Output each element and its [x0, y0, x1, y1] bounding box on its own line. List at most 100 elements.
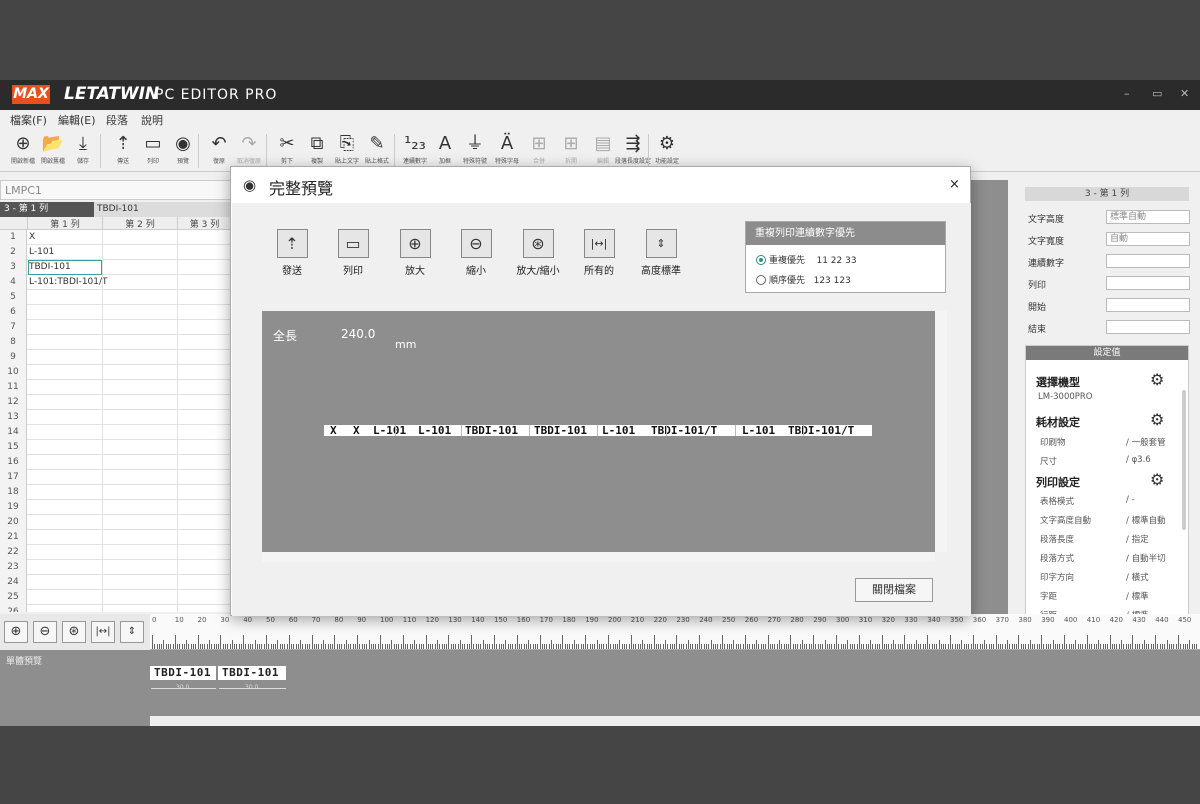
zoom-in-button[interactable]: ⊕ 放大: [385, 229, 445, 277]
preview-horizontal-scrollbar[interactable]: [262, 552, 935, 562]
cell[interactable]: [29, 336, 101, 349]
cell[interactable]: [29, 561, 101, 574]
gear-icon[interactable]: ⚙: [1150, 370, 1164, 389]
restore-icon[interactable]: ▭: [1152, 87, 1162, 100]
cell[interactable]: [29, 306, 101, 319]
table-row[interactable]: 26: [0, 605, 232, 612]
cell[interactable]: [29, 426, 101, 439]
cell[interactable]: L-101:TBDI-101/T: [29, 276, 108, 289]
table-row[interactable]: 22: [0, 545, 232, 560]
cell[interactable]: [29, 576, 101, 589]
close-icon[interactable]: ×: [949, 177, 960, 192]
horizontal-scrollbar[interactable]: [150, 716, 1200, 726]
table-row[interactable]: 19: [0, 500, 232, 515]
cell[interactable]: [29, 486, 101, 499]
field-input[interactable]: 自動: [1106, 232, 1190, 246]
table-row[interactable]: 4 L-101:TBDI-101/T: [0, 275, 232, 290]
send-button[interactable]: ⇡ 發送: [262, 229, 322, 277]
table-row[interactable]: 24: [0, 575, 232, 590]
cell[interactable]: L-101: [29, 246, 101, 259]
table-row[interactable]: 16: [0, 455, 232, 470]
menu-edit[interactable]: 編輯(E): [58, 112, 96, 128]
field-input[interactable]: 標準自動: [1106, 210, 1190, 224]
table-row[interactable]: 10: [0, 365, 232, 380]
close-file-button[interactable]: 關閉檔案: [855, 578, 933, 602]
table-row[interactable]: 20: [0, 515, 232, 530]
cell[interactable]: [29, 411, 101, 424]
table-row[interactable]: 25: [0, 590, 232, 605]
table-row[interactable]: 3 TBDI-101: [0, 260, 232, 275]
table-row[interactable]: 13: [0, 410, 232, 425]
redo-button[interactable]: ↷ 取消復原: [234, 132, 264, 170]
column-header[interactable]: 第 3 列: [178, 217, 232, 230]
table-row[interactable]: 1X: [0, 230, 232, 245]
table-row[interactable]: 15: [0, 440, 232, 455]
gear-icon[interactable]: ⚙: [1150, 470, 1164, 489]
menu-paragraph[interactable]: 段落: [106, 112, 128, 128]
zoom-in-icon[interactable]: ⊕: [4, 621, 28, 643]
column-header[interactable]: 第 1 列: [28, 217, 103, 230]
cell[interactable]: [29, 441, 101, 454]
cell[interactable]: [29, 606, 101, 612]
table-row[interactable]: 12: [0, 395, 232, 410]
preview-vertical-scrollbar[interactable]: [935, 311, 947, 552]
cell[interactable]: TBDI-101: [28, 260, 102, 275]
cell[interactable]: [29, 291, 101, 304]
function-settings-button[interactable]: ⚙ 功能設定: [652, 132, 682, 170]
cell[interactable]: [29, 321, 101, 334]
cell[interactable]: [29, 381, 101, 394]
field-input[interactable]: [1106, 254, 1190, 268]
cell[interactable]: [29, 546, 101, 559]
table-row[interactable]: 14: [0, 425, 232, 440]
table-row[interactable]: 2 L-101: [0, 245, 232, 260]
cell[interactable]: [29, 366, 101, 379]
zoom-fit-icon[interactable]: ⊛: [62, 621, 86, 643]
table-row[interactable]: 21: [0, 530, 232, 545]
priority-option-sequence[interactable]: 順序優先 123 123: [756, 273, 851, 286]
field-input[interactable]: [1106, 298, 1190, 312]
save-button[interactable]: ⤓ 儲存: [68, 132, 98, 170]
fit-height-button[interactable]: ⇕ 高度標準: [631, 229, 691, 277]
cell[interactable]: [29, 471, 101, 484]
gear-icon[interactable]: ⚙: [1150, 410, 1164, 429]
table-row[interactable]: 5: [0, 290, 232, 305]
cell[interactable]: X: [29, 231, 101, 244]
menu-help[interactable]: 說明: [141, 112, 163, 128]
table-row[interactable]: 18: [0, 485, 232, 500]
settings-scrollbar[interactable]: [1182, 390, 1186, 530]
table-row[interactable]: 8: [0, 335, 232, 350]
close-window-icon[interactable]: ✕: [1180, 87, 1189, 100]
table-row[interactable]: 6: [0, 305, 232, 320]
print-button[interactable]: ▭ 列印: [323, 229, 383, 277]
cell[interactable]: [29, 516, 101, 529]
tape-segment[interactable]: TBDI-101: [150, 666, 216, 680]
fit-width-icon[interactable]: |↔|: [91, 621, 115, 643]
fit-height-icon[interactable]: ⇕: [120, 621, 144, 643]
column-header[interactable]: 第 2 列: [103, 217, 178, 230]
cell[interactable]: [29, 396, 101, 409]
table-row[interactable]: 7: [0, 320, 232, 335]
zoom-fit-button[interactable]: ⊛ 放大/縮小: [508, 229, 568, 277]
zoom-out-button[interactable]: ⊖ 縮小: [446, 229, 506, 277]
table-row[interactable]: 17: [0, 470, 232, 485]
table-row[interactable]: 11: [0, 380, 232, 395]
paragraph-height-button[interactable]: ⇶ 段落長度設定: [615, 132, 651, 170]
radio-button[interactable]: [756, 254, 766, 265]
cell[interactable]: [29, 351, 101, 364]
table-row[interactable]: 9: [0, 350, 232, 365]
fit-width-button[interactable]: |↔| 所有的: [569, 229, 629, 277]
zoom-out-icon[interactable]: ⊖: [33, 621, 57, 643]
cell[interactable]: [29, 591, 101, 604]
minimize-icon[interactable]: –: [1124, 87, 1130, 100]
cell[interactable]: [29, 531, 101, 544]
field-input[interactable]: [1106, 320, 1190, 334]
radio-button[interactable]: [756, 274, 766, 285]
table-row[interactable]: 23: [0, 560, 232, 575]
cell[interactable]: [29, 501, 101, 514]
tape-segment[interactable]: TBDI-101: [218, 666, 286, 680]
paste-format-button[interactable]: ✎ 貼上格式: [362, 132, 392, 170]
preview-button[interactable]: ◉ 預覽: [168, 132, 198, 170]
menu-file[interactable]: 檔案(F): [10, 112, 47, 128]
field-input[interactable]: [1106, 276, 1190, 290]
cell[interactable]: [29, 456, 101, 469]
